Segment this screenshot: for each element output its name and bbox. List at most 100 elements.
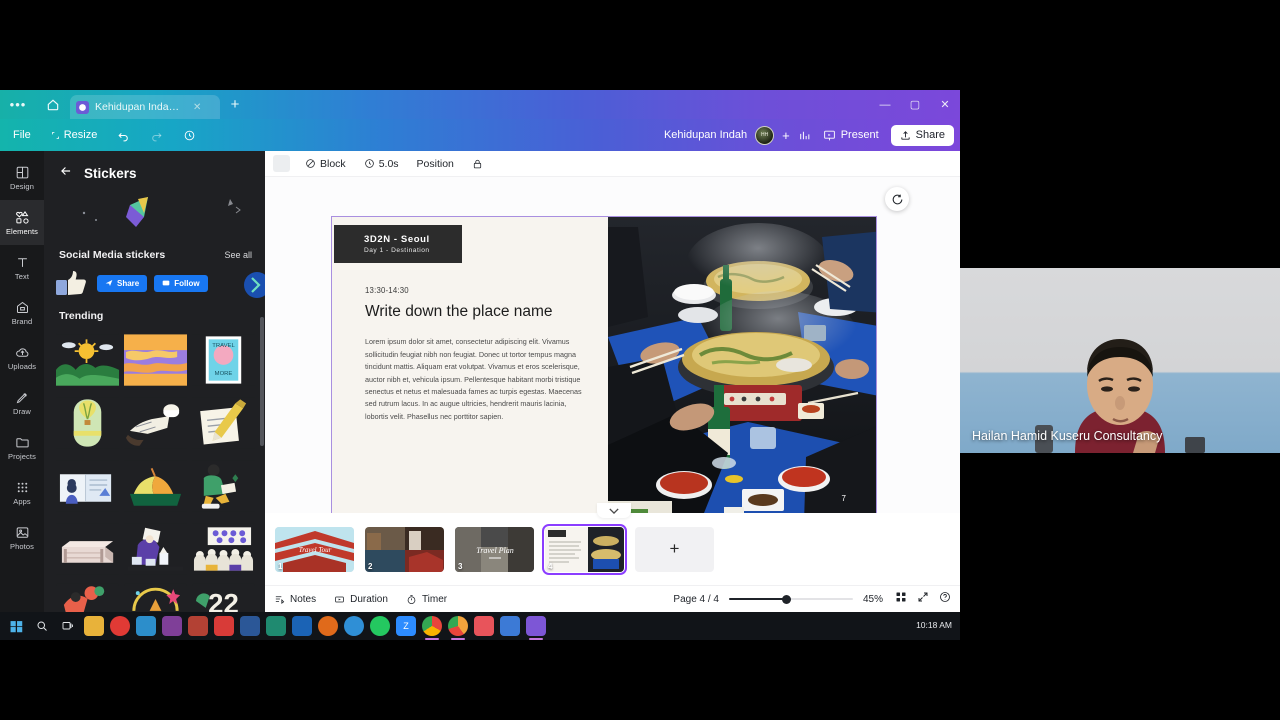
add-page-button[interactable]: + xyxy=(635,526,714,572)
task-view-icon[interactable] xyxy=(58,616,78,636)
timer-button[interactable]: Timer xyxy=(397,594,456,605)
sticker-thumb[interactable]: TRAVEL MORE xyxy=(192,331,255,389)
slide-canvas[interactable]: 3D2N - Seoul Day 1 - Destination 13:30-1… xyxy=(331,216,877,522)
sticker-thumb[interactable] xyxy=(124,583,187,612)
sticker-thumb[interactable] xyxy=(124,331,187,389)
thumbs-up-sticker[interactable] xyxy=(56,268,90,298)
share-sticker-chip[interactable]: Share xyxy=(97,274,148,292)
sidebar-item-elements[interactable]: Elements xyxy=(0,200,44,245)
page-thumbnail[interactable]: Travel Plan 3 xyxy=(455,526,534,572)
search-icon[interactable] xyxy=(32,616,52,636)
slide-time[interactable]: 13:30-14:30 xyxy=(365,286,608,295)
sticker-thumb[interactable] xyxy=(124,457,187,515)
avatar[interactable]: HH xyxy=(755,125,775,145)
sticker-thumb[interactable] xyxy=(56,394,119,452)
present-button[interactable]: Present xyxy=(819,129,883,142)
store-icon[interactable] xyxy=(500,616,520,636)
resize-button[interactable]: Resize xyxy=(41,119,108,151)
new-tab-button[interactable]: + xyxy=(220,90,250,119)
page-thumbnail[interactable]: 2 xyxy=(365,526,444,572)
close-icon[interactable]: ✕ xyxy=(193,102,201,113)
canva-icon[interactable] xyxy=(526,616,546,640)
taskbar-clock[interactable]: 10:18 AM xyxy=(916,620,960,630)
zoom-slider[interactable] xyxy=(729,593,853,605)
outlook-icon[interactable] xyxy=(292,616,312,636)
duration-button-bottom[interactable]: Duration xyxy=(325,594,397,605)
sidebar-item-text[interactable]: Text xyxy=(0,245,44,290)
animate-button[interactable] xyxy=(885,187,909,211)
sidebar-item-projects[interactable]: Projects xyxy=(0,425,44,470)
color-swatch-button[interactable] xyxy=(273,155,290,172)
undo-button[interactable] xyxy=(107,119,140,151)
fullscreen-button[interactable] xyxy=(917,590,929,608)
chrome-icon[interactable] xyxy=(422,616,442,640)
sidebar-item-brand[interactable]: Brand xyxy=(0,290,44,335)
edge-icon[interactable] xyxy=(136,616,156,636)
zoom-icon[interactable]: Z xyxy=(396,616,416,636)
opera-icon[interactable] xyxy=(110,616,130,636)
sidebar-item-photos[interactable]: Photos xyxy=(0,515,44,560)
sticker-thumb[interactable] xyxy=(56,457,119,515)
pdf-icon[interactable] xyxy=(214,616,234,636)
page-thumbnail[interactable]: 4 xyxy=(542,523,627,575)
firefox-icon[interactable] xyxy=(318,616,338,636)
teams-icon[interactable] xyxy=(266,616,286,636)
file-explorer-icon[interactable] xyxy=(84,616,104,636)
lock-button[interactable] xyxy=(464,158,491,170)
sidebar-item-uploads[interactable]: Uploads xyxy=(0,335,44,380)
sticker-thumb[interactable] xyxy=(124,394,187,452)
minimize-button[interactable]: — xyxy=(870,90,900,119)
sidebar-item-draw[interactable]: Draw xyxy=(0,380,44,425)
word-icon[interactable] xyxy=(240,616,260,636)
sticker-thumb[interactable] xyxy=(56,520,119,578)
share-button[interactable]: Share xyxy=(890,124,954,146)
follow-sticker-chip[interactable]: Follow xyxy=(154,274,208,292)
photos-icon[interactable] xyxy=(474,616,494,636)
sidebar-item-apps[interactable]: Apps xyxy=(0,470,44,515)
browser-tab[interactable]: Kehidupan Indah - ... ✕ xyxy=(70,95,220,119)
excel-icon[interactable] xyxy=(188,616,208,636)
see-all-link[interactable]: See all xyxy=(224,250,252,260)
slide-body-text[interactable]: Lorem ipsum dolor sit amet, consectetur … xyxy=(365,336,584,423)
document-name[interactable]: Kehidupan Indah xyxy=(664,129,747,141)
windows-start-icon[interactable] xyxy=(6,616,26,636)
sticker-thumb[interactable]: 22 xyxy=(192,583,255,612)
add-member-button[interactable]: + xyxy=(782,128,790,143)
redo-button[interactable] xyxy=(140,119,173,151)
more-horizontal-icon[interactable]: ••• xyxy=(0,90,36,119)
block-button[interactable]: Block xyxy=(297,158,354,170)
sticker-thumb[interactable] xyxy=(192,457,255,515)
insights-button[interactable] xyxy=(798,129,811,142)
sidebar-item-design[interactable]: Design xyxy=(0,155,44,200)
sticker-thumb[interactable] xyxy=(192,394,255,452)
slide-photo[interactable]: 7 xyxy=(608,217,876,521)
panel-scrollbar[interactable] xyxy=(260,151,264,612)
sticker-thumb[interactable] xyxy=(192,520,255,578)
onenote-icon[interactable] xyxy=(162,616,182,636)
canvas-stage[interactable]: 3D2N - Seoul Day 1 - Destination 13:30-1… xyxy=(265,177,960,612)
back-arrow-icon[interactable] xyxy=(59,164,73,183)
featured-sticker-strip[interactable] xyxy=(44,193,265,239)
whatsapp-icon[interactable] xyxy=(370,616,390,636)
video-participant-tile[interactable]: Hailan Hamid Kuseru Consultancy xyxy=(960,268,1280,453)
slide-badge[interactable]: 3D2N - Seoul Day 1 - Destination xyxy=(334,225,462,263)
notes-button[interactable]: Notes xyxy=(265,594,325,605)
collapse-strip-button[interactable] xyxy=(597,503,631,518)
sticker-thumb[interactable] xyxy=(124,520,187,578)
home-icon[interactable] xyxy=(36,90,70,119)
sticker-thumb[interactable] xyxy=(56,331,119,389)
maximize-button[interactable]: ▢ xyxy=(900,90,930,119)
zoom-percent[interactable]: 45% xyxy=(863,594,885,605)
page-thumbnail[interactable]: Travel Tour 1 xyxy=(275,526,354,572)
sticker-thumb[interactable] xyxy=(56,583,119,612)
position-button[interactable]: Position xyxy=(409,158,462,170)
close-button[interactable]: ✕ xyxy=(930,90,960,119)
grid-view-button[interactable] xyxy=(895,590,907,608)
chrome-window-icon[interactable] xyxy=(448,616,468,640)
file-menu-button[interactable]: File xyxy=(0,119,41,151)
telegram-icon[interactable] xyxy=(344,616,364,636)
duration-button[interactable]: 5.0s xyxy=(356,158,407,170)
cloud-sync-button[interactable] xyxy=(173,119,206,151)
help-button[interactable] xyxy=(939,590,951,608)
slide-heading[interactable]: Write down the place name xyxy=(365,302,608,322)
